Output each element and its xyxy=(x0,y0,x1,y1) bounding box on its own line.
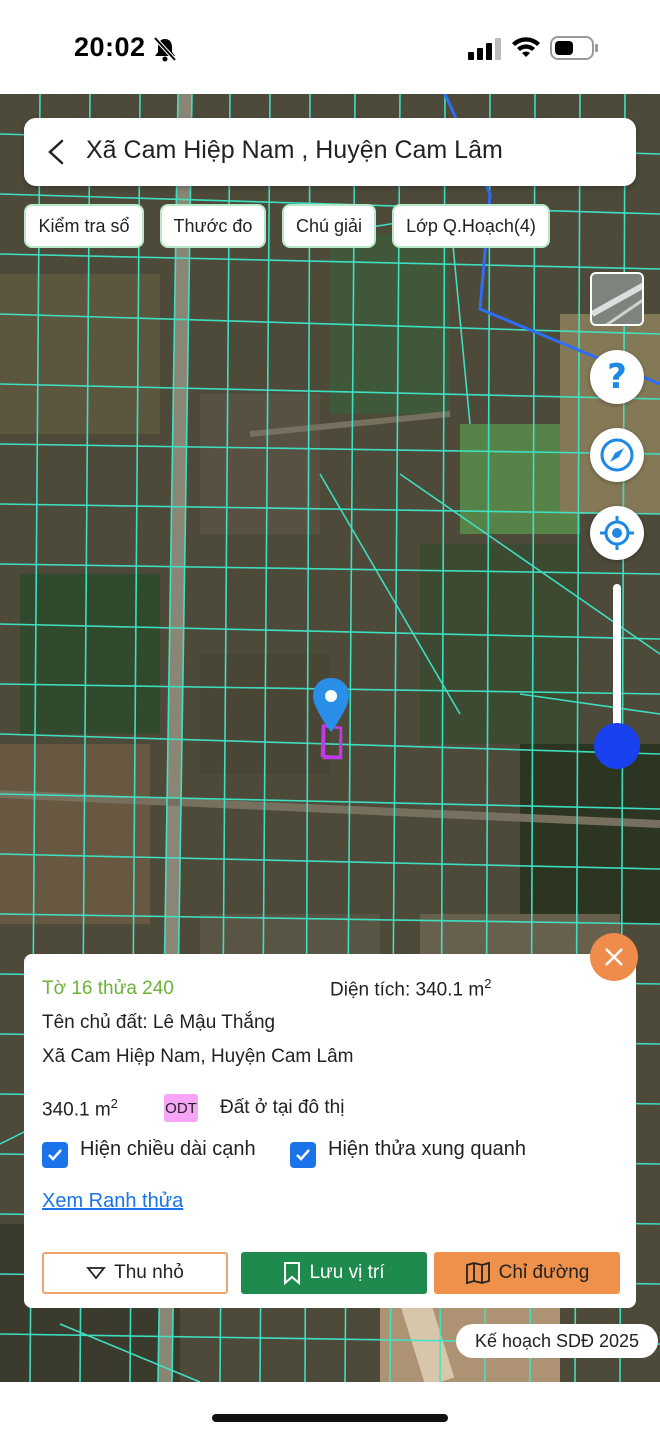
bookmark-icon xyxy=(284,1262,301,1285)
battery-icon xyxy=(550,36,598,60)
close-card-button[interactable] xyxy=(590,933,638,981)
owner-name: Tên chủ đất: Lê Mậu Thắng xyxy=(42,1012,276,1033)
status-time: 20:02 xyxy=(74,32,146,62)
status-bar: 20:02 xyxy=(0,0,660,94)
parcel-area-label: Diện tích: 340.1 m2 xyxy=(330,976,492,1001)
directions-button[interactable]: Chỉ đường xyxy=(434,1252,620,1294)
directions-label: Chỉ đường xyxy=(498,1262,590,1283)
map-layer-icon xyxy=(592,274,642,324)
checkmark-icon xyxy=(296,1149,310,1161)
location-header: Xã Cam Hiệp Nam , Huyện Cam Lâm xyxy=(24,118,636,186)
land-use-area: 340.1 m2 xyxy=(42,1096,118,1121)
location-pin-icon xyxy=(313,678,349,760)
show-edge-length-label[interactable]: Hiện chiều dài cạnh xyxy=(80,1138,256,1161)
locate-button[interactable] xyxy=(590,506,644,560)
checkmark-icon xyxy=(48,1149,62,1161)
plan-year-badge[interactable]: Kế hoạch SDĐ 2025 xyxy=(456,1324,658,1358)
planning-layers-button[interactable]: Lớp Q.Hoạch(4) xyxy=(392,204,550,248)
wifi-icon xyxy=(512,37,540,57)
zoom-slider-knob[interactable] xyxy=(594,723,640,769)
legend-button[interactable]: Chú giải xyxy=(282,204,376,248)
view-boundary-link[interactable]: Xem Ranh thửa xyxy=(42,1190,183,1213)
measure-button[interactable]: Thước đo xyxy=(160,204,266,248)
help-icon: ? xyxy=(607,357,627,397)
land-type: Đất ở tại đô thị xyxy=(220,1097,345,1118)
layer-thumbnail[interactable] xyxy=(590,272,644,326)
parcel-address: Xã Cam Hiệp Nam, Huyện Cam Lâm xyxy=(42,1046,354,1067)
signal-icon xyxy=(468,38,501,60)
save-location-label: Lưu vị trí xyxy=(309,1262,385,1283)
help-button[interactable]: ? xyxy=(590,350,644,404)
save-location-button[interactable]: Lưu vị trí xyxy=(241,1252,427,1294)
locate-icon xyxy=(600,516,634,550)
compass-icon xyxy=(600,438,634,472)
home-indicator[interactable] xyxy=(212,1414,448,1422)
bell-slash-icon xyxy=(153,36,177,62)
compass-button[interactable] xyxy=(590,428,644,482)
show-neighbor-parcels-checkbox[interactable] xyxy=(290,1142,316,1168)
check-book-button[interactable]: Kiểm tra sổ xyxy=(24,204,144,248)
map-icon xyxy=(465,1261,490,1285)
shrink-button[interactable]: Thu nhỏ xyxy=(42,1252,228,1294)
parcel-info-card: Tờ 16 thửa 240 Diện tích: 340.1 m2 Tên c… xyxy=(24,954,636,1308)
chevron-left-icon[interactable] xyxy=(44,138,68,166)
land-code-badge: ODT xyxy=(164,1094,198,1122)
location-title: Xã Cam Hiệp Nam , Huyện Cam Lâm xyxy=(86,136,503,164)
parcel-id: Tờ 16 thửa 240 xyxy=(42,978,174,999)
close-icon xyxy=(605,948,623,966)
show-neighbor-parcels-label[interactable]: Hiện thửa xung quanh xyxy=(328,1138,526,1161)
triangle-down-icon xyxy=(86,1267,106,1280)
show-edge-length-checkbox[interactable] xyxy=(42,1142,68,1168)
shrink-label: Thu nhỏ xyxy=(114,1262,184,1283)
home-area xyxy=(0,1382,660,1434)
